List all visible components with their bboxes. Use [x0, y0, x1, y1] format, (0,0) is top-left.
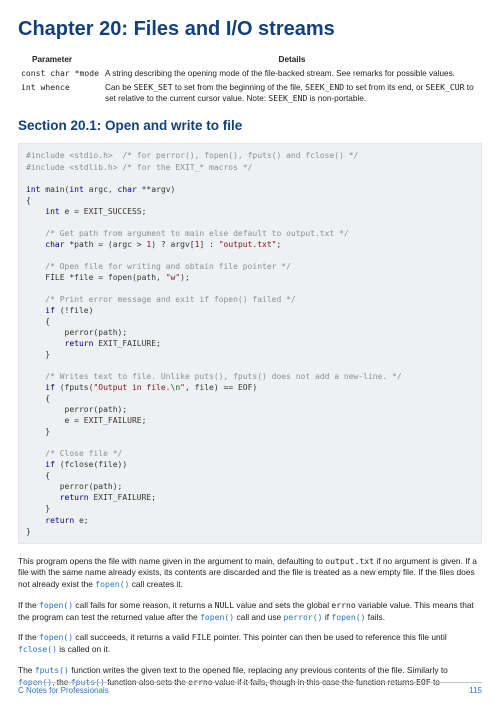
table-row: const char *mode A string describing the… [18, 66, 482, 80]
param-details: A string describing the opening mode of … [102, 66, 482, 80]
param-name: const char *mode [18, 66, 102, 80]
parameter-table: Parameter Details const char *mode A str… [18, 53, 482, 105]
page-footer: C Notes for Professionals 115 [18, 682, 482, 697]
param-name: int whence [18, 80, 102, 105]
footer-title: C Notes for Professionals [18, 686, 109, 697]
param-details: Can be SEEK_SET to set from the beginnin… [102, 80, 482, 105]
paragraph: This program opens the file with name gi… [18, 556, 482, 591]
details-header: Details [102, 53, 482, 66]
table-row: int whence Can be SEEK_SET to set from t… [18, 80, 482, 105]
code-block: #include <stdio.h> /* for perror(), fope… [18, 143, 482, 543]
section-title: Section 20.1: Open and write to file [18, 117, 482, 135]
param-header: Parameter [18, 53, 102, 66]
paragraph: If the fopen() call fails for some reaso… [18, 600, 482, 624]
paragraph: If the fopen() call succeeds, it returns… [18, 632, 482, 656]
chapter-title: Chapter 20: Files and I/O streams [18, 16, 482, 43]
page-number: 115 [469, 686, 482, 697]
